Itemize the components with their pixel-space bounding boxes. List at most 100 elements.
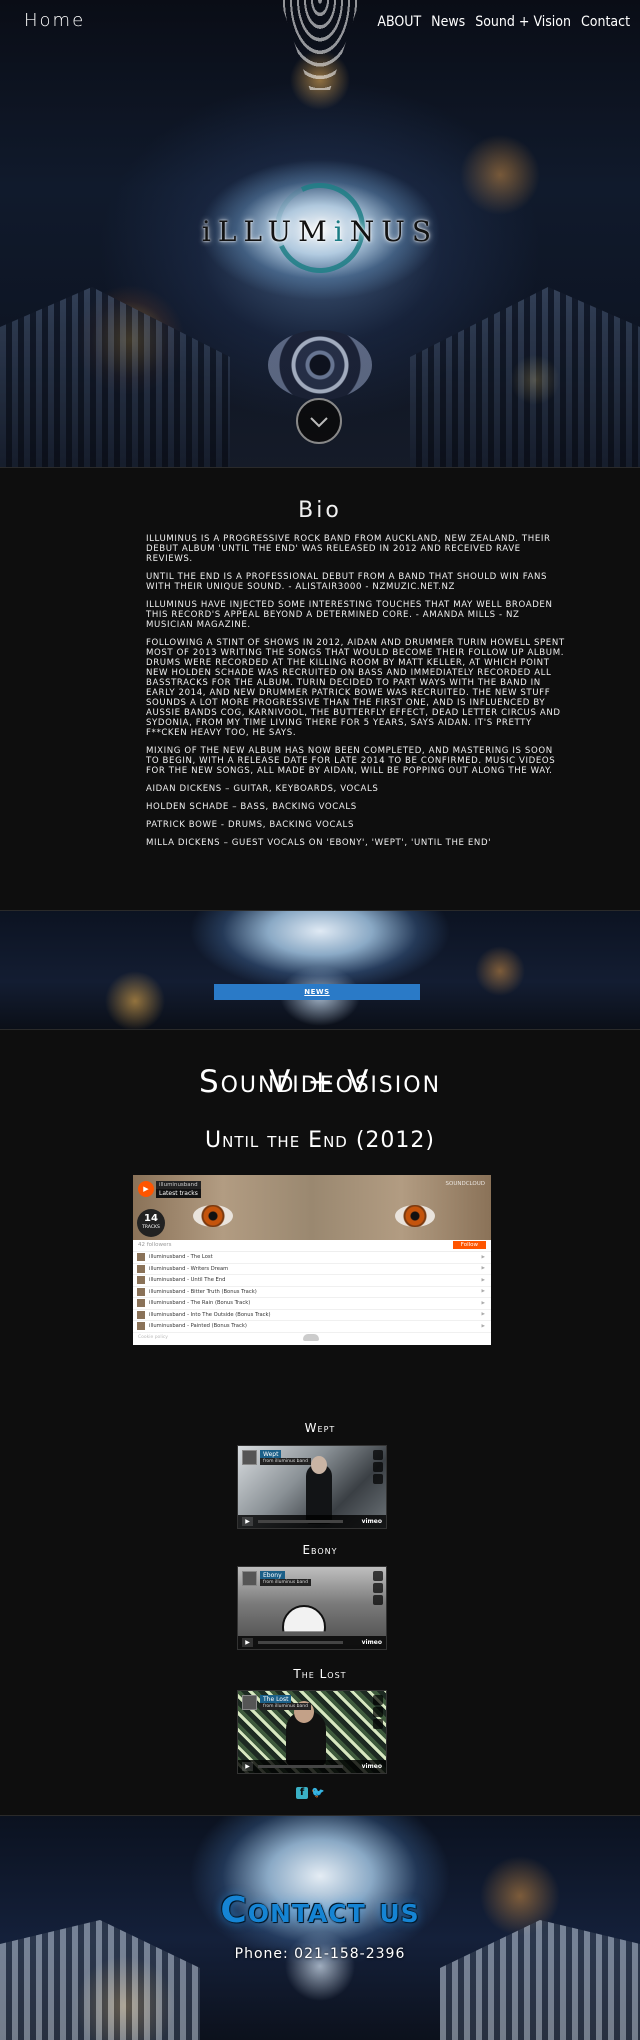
soundcloud-player[interactable]: ▶ illuminusband Latest tracks SOUNDCLOUD…	[133, 1175, 491, 1345]
logo-text-post: NUS	[349, 215, 439, 248]
soundcloud-icon[interactable]: SOUNDCLOUD	[446, 1181, 486, 1187]
band-logo: iLLUMiNUS	[0, 170, 640, 286]
video-avatar	[242, 1450, 257, 1465]
track-title: illuminusband - Painted (Bonus Track)	[149, 1323, 247, 1330]
followers-count: 42 followers	[138, 1242, 172, 1248]
track-title: illuminusband - The Rain (Bonus Track)	[149, 1300, 251, 1307]
track-thumbnail	[137, 1264, 145, 1273]
video-avatar	[242, 1571, 257, 1586]
twitter-icon[interactable]: 🐦	[311, 1787, 325, 1799]
track-thumbnail	[137, 1287, 145, 1296]
soundcloud-footer: Cookie policy	[133, 1333, 491, 1343]
logo-text-mid: i	[333, 215, 350, 248]
play-icon[interactable]: ▶	[138, 1181, 154, 1197]
news-button[interactable]: NEWS	[214, 984, 420, 1000]
city-left-art	[0, 1920, 200, 2040]
video-controls: ▶ vimeo	[238, 1636, 386, 1649]
video-label-the-lost: The Lost	[293, 1667, 347, 1681]
vimeo-logo[interactable]: vimeo	[362, 1518, 382, 1525]
vimeo-logo[interactable]: vimeo	[362, 1763, 382, 1770]
soundcloud-tab: Latest tracks	[156, 1189, 201, 1198]
nav-home[interactable]: Home	[24, 10, 85, 31]
like-icon[interactable]	[373, 1450, 383, 1460]
nav-about[interactable]: ABOUT	[377, 14, 421, 30]
play-icon[interactable]: ▶	[242, 1517, 253, 1526]
track-item[interactable]: illuminusband - Into The Outside (Bonus …	[133, 1310, 491, 1321]
track-item[interactable]: illuminusband - Bitter Truth (Bonus Trac…	[133, 1287, 491, 1298]
track-thumbnail	[137, 1276, 145, 1285]
nav-news[interactable]: News	[431, 14, 465, 30]
track-title: illuminusband - Writers Dream	[149, 1265, 229, 1272]
track-count: 14	[144, 1213, 158, 1224]
video-player-the-lost[interactable]: The Lost from illuminus band ▶ vimeo	[237, 1690, 387, 1774]
bio-title: Bio	[298, 498, 342, 523]
clock-icon[interactable]	[373, 1583, 383, 1593]
video-progress[interactable]	[258, 1765, 343, 1768]
nav-links: ABOUT News Sound + Vision Contact	[377, 11, 630, 30]
social-links: f 🐦	[296, 1787, 325, 1799]
video-player-ebony[interactable]: Ebony from illuminus band ▶ vimeo	[237, 1566, 387, 1650]
track-play-icon: ▶	[481, 1323, 485, 1329]
track-play-icon: ▶	[481, 1254, 485, 1260]
track-thumbnail	[137, 1253, 145, 1262]
video-figure-head	[311, 1456, 327, 1474]
bio-member: Milla Dickens – Guest vocals on 'Ebony',…	[146, 838, 492, 848]
track-item[interactable]: illuminusband - Until The End ▶	[133, 1275, 491, 1287]
video-controls: ▶ vimeo	[238, 1760, 386, 1773]
cloud-icon	[303, 1333, 319, 1341]
artwork-eye-right	[395, 1205, 435, 1227]
sound-vision-section: Sound + Vision Until the End (2012) ▶ il…	[0, 1030, 640, 1815]
track-title: illuminusband - Bitter Truth (Bonus Trac…	[149, 1288, 257, 1295]
video-subtitle: from illuminus band	[260, 1579, 311, 1586]
track-play-icon: ▶	[481, 1312, 485, 1318]
track-item[interactable]: illuminusband - Painted (Bonus Track) ▶	[133, 1321, 491, 1333]
clock-icon[interactable]	[373, 1462, 383, 1472]
news-band: NEWS	[0, 910, 640, 1030]
soundcloud-user[interactable]: illuminusband	[156, 1181, 201, 1189]
video-subtitle: from illuminus band	[260, 1703, 311, 1710]
like-icon[interactable]	[373, 1695, 383, 1705]
track-item[interactable]: illuminusband - Writers Dream ▶	[133, 1264, 491, 1275]
track-count-label: TRACKS	[142, 1225, 160, 1230]
like-icon[interactable]	[373, 1571, 383, 1581]
hero-banner: iLLUMiNUS Home ABOUT News Sound + Vision…	[0, 0, 640, 467]
share-icon[interactable]	[373, 1595, 383, 1605]
track-play-icon: ▶	[481, 1300, 485, 1306]
videos-title: Videos	[269, 1064, 371, 1100]
eye-art	[268, 330, 372, 400]
share-icon[interactable]	[373, 1474, 383, 1484]
video-side-controls	[373, 1450, 383, 1486]
top-navigation: Home ABOUT News Sound + Vision Contact	[0, 0, 640, 40]
video-progress[interactable]	[258, 1641, 343, 1644]
track-title: illuminusband - The Lost	[149, 1254, 213, 1261]
video-player-wept[interactable]: Wept from illuminus band ▶ vimeo	[237, 1445, 387, 1529]
video-label-wept: Wept	[304, 1421, 336, 1435]
vimeo-logo[interactable]: vimeo	[362, 1639, 382, 1646]
contact-title: Contact us	[220, 1890, 420, 1931]
clock-icon[interactable]	[373, 1707, 383, 1717]
scroll-down-button[interactable]	[296, 398, 342, 444]
track-item[interactable]: illuminusband - The Rain (Bonus Track) ▶	[133, 1298, 491, 1310]
nav-contact[interactable]: Contact	[581, 14, 630, 30]
bio-member: Patrick Bowe - Drums, backing vocals	[146, 820, 355, 830]
track-play-icon: ▶	[481, 1277, 485, 1283]
video-progress[interactable]	[258, 1520, 343, 1523]
cookie-policy-link[interactable]: Cookie policy	[138, 1335, 168, 1340]
play-icon[interactable]: ▶	[242, 1762, 253, 1771]
contact-phone[interactable]: Phone: 021-158-2396	[0, 1946, 640, 1962]
bio-paragraph: Following a stint of shows in 2012, Aida…	[146, 638, 565, 738]
play-icon[interactable]: ▶	[242, 1638, 253, 1647]
track-item[interactable]: illuminusband - The Lost ▶	[133, 1252, 491, 1264]
bio-paragraph: Illuminus have injected some interesting…	[146, 600, 553, 630]
bio-section: Bio Illuminus is a progressive rock band…	[0, 467, 640, 910]
track-play-icon: ▶	[481, 1266, 485, 1272]
share-icon[interactable]	[373, 1719, 383, 1729]
track-thumbnail	[137, 1299, 145, 1308]
facebook-icon[interactable]: f	[296, 1787, 308, 1799]
follow-button[interactable]: Follow	[452, 1241, 486, 1249]
city-right-art	[410, 287, 640, 467]
video-side-controls	[373, 1571, 383, 1607]
city-right-art	[440, 1920, 640, 2040]
nav-sound-vision[interactable]: Sound + Vision	[475, 14, 571, 30]
soundcloud-meta: 42 followers Follow	[133, 1240, 491, 1252]
